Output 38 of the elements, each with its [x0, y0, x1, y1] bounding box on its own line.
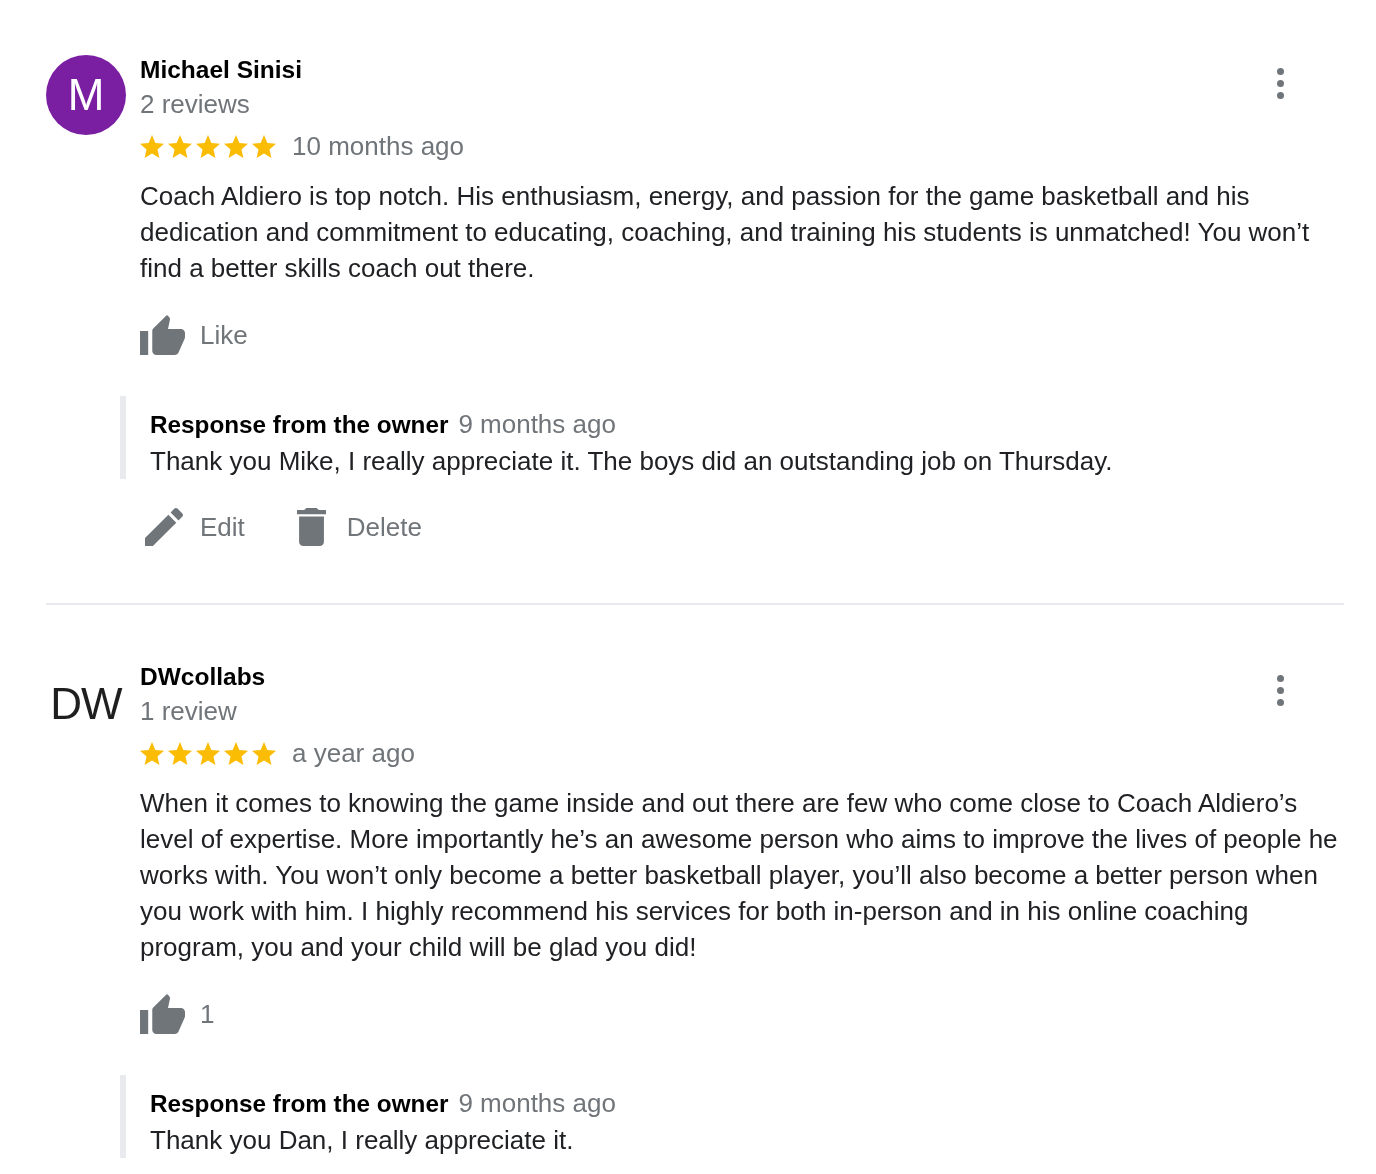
reviewer-name[interactable]: DWcollabs	[140, 663, 266, 691]
response-text: Thank you Mike, I really appreciate it. The boys did an outstanding job on Thursday.	[150, 445, 1114, 478]
more-icon	[1277, 675, 1284, 706]
more-options-button[interactable]	[1277, 68, 1284, 99]
more-options-button[interactable]	[1277, 675, 1284, 706]
response-time: 9 months ago	[458, 408, 616, 441]
thumbs-up-icon	[140, 994, 185, 1034]
edit-button[interactable]: Edit	[145, 507, 245, 547]
star-icon	[252, 134, 276, 158]
reviewer-name[interactable]: Michael Sinisi	[140, 56, 303, 84]
star-icon	[196, 134, 220, 158]
like-button[interactable]: 1	[140, 994, 215, 1034]
response-heading: Response from the owner	[150, 1089, 449, 1119]
star-icon	[140, 741, 164, 765]
like-button[interactable]: Like	[140, 315, 248, 355]
star-icon	[168, 741, 192, 765]
star-icon	[140, 134, 164, 158]
star-icon	[224, 134, 248, 158]
response-time: 9 months ago	[458, 1087, 616, 1120]
thumbs-up-icon	[140, 315, 185, 355]
review-text: When it comes to knowing the game inside and out there are few who come close to Coach Aldiero’s level of expertise. More importantly he’s an awesome person who aims to improve the lives of people he works with. You won’t only become a better basketball player, you’ll also become a better person when you work with him. I highly recommend his services for both in-person and in his online coaching program, you and your child will be glad you did!	[140, 787, 1339, 964]
review-time: 10 months ago	[292, 130, 464, 162]
trash-icon	[296, 508, 326, 546]
delete-button[interactable]: Delete	[296, 507, 422, 547]
star-icon	[252, 741, 276, 765]
response-heading: Response from the owner	[150, 410, 449, 440]
review-count: 2 reviews	[140, 89, 250, 119]
review-text: Coach Aldiero is top notch. His enthusiasm, energy, and passion for the game basketball and his dedication and commitment to educating, coaching, and training his students is unmatched! You won’t find a better skills coach out there.	[140, 180, 1311, 285]
more-icon	[1277, 68, 1284, 99]
review-time: a year ago	[292, 737, 415, 769]
star-icon	[224, 741, 248, 765]
response-text: Thank you Dan, I really appreciate it.	[150, 1124, 575, 1157]
star-icon	[196, 741, 220, 765]
star-icon	[168, 134, 192, 158]
avatar: M	[46, 55, 126, 135]
review-count: 1 review	[140, 696, 237, 726]
pencil-icon	[145, 508, 183, 546]
avatar-logo: DW	[49, 678, 124, 730]
